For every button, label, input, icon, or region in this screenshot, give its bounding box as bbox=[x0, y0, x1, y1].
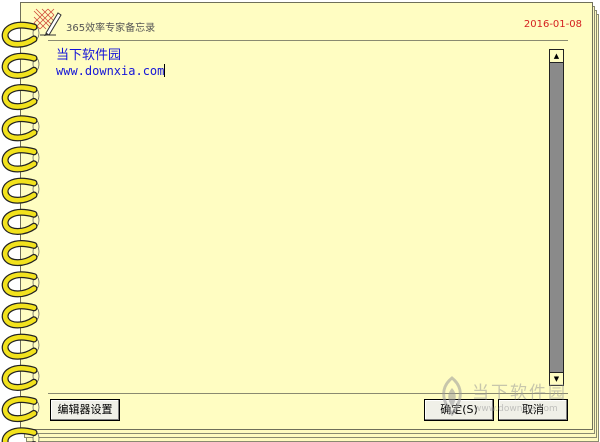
header-divider bbox=[48, 40, 568, 41]
binding-ring-icon bbox=[2, 428, 37, 442]
memo-text-editor[interactable]: 当下软件园 www.downxia.com bbox=[56, 48, 536, 378]
memo-text-line: www.downxia.com bbox=[56, 64, 536, 78]
vertical-scrollbar[interactable]: ▲ ▼ bbox=[549, 49, 564, 386]
watermark: 当下软件园 www.downxia.com bbox=[436, 376, 586, 426]
app-title: 365效率专家备忘录 bbox=[66, 23, 156, 34]
scroll-up-arrow-icon[interactable]: ▲ bbox=[550, 50, 563, 63]
memo-date: 2016-01-08 bbox=[523, 19, 582, 30]
watermark-name: 当下软件园 bbox=[472, 383, 567, 403]
watermark-url: www.downxia.com bbox=[474, 404, 558, 414]
memo-text-line: 当下软件园 bbox=[56, 48, 122, 63]
memo-url-text: www.downxia.com bbox=[56, 64, 165, 78]
watermark-logo-icon bbox=[442, 376, 462, 417]
text-caret bbox=[164, 64, 166, 77]
editor-settings-button[interactable]: 编辑器设置 bbox=[50, 399, 120, 421]
spiral-binding-rings bbox=[1, 21, 40, 442]
scrollbar-track[interactable] bbox=[551, 64, 562, 370]
